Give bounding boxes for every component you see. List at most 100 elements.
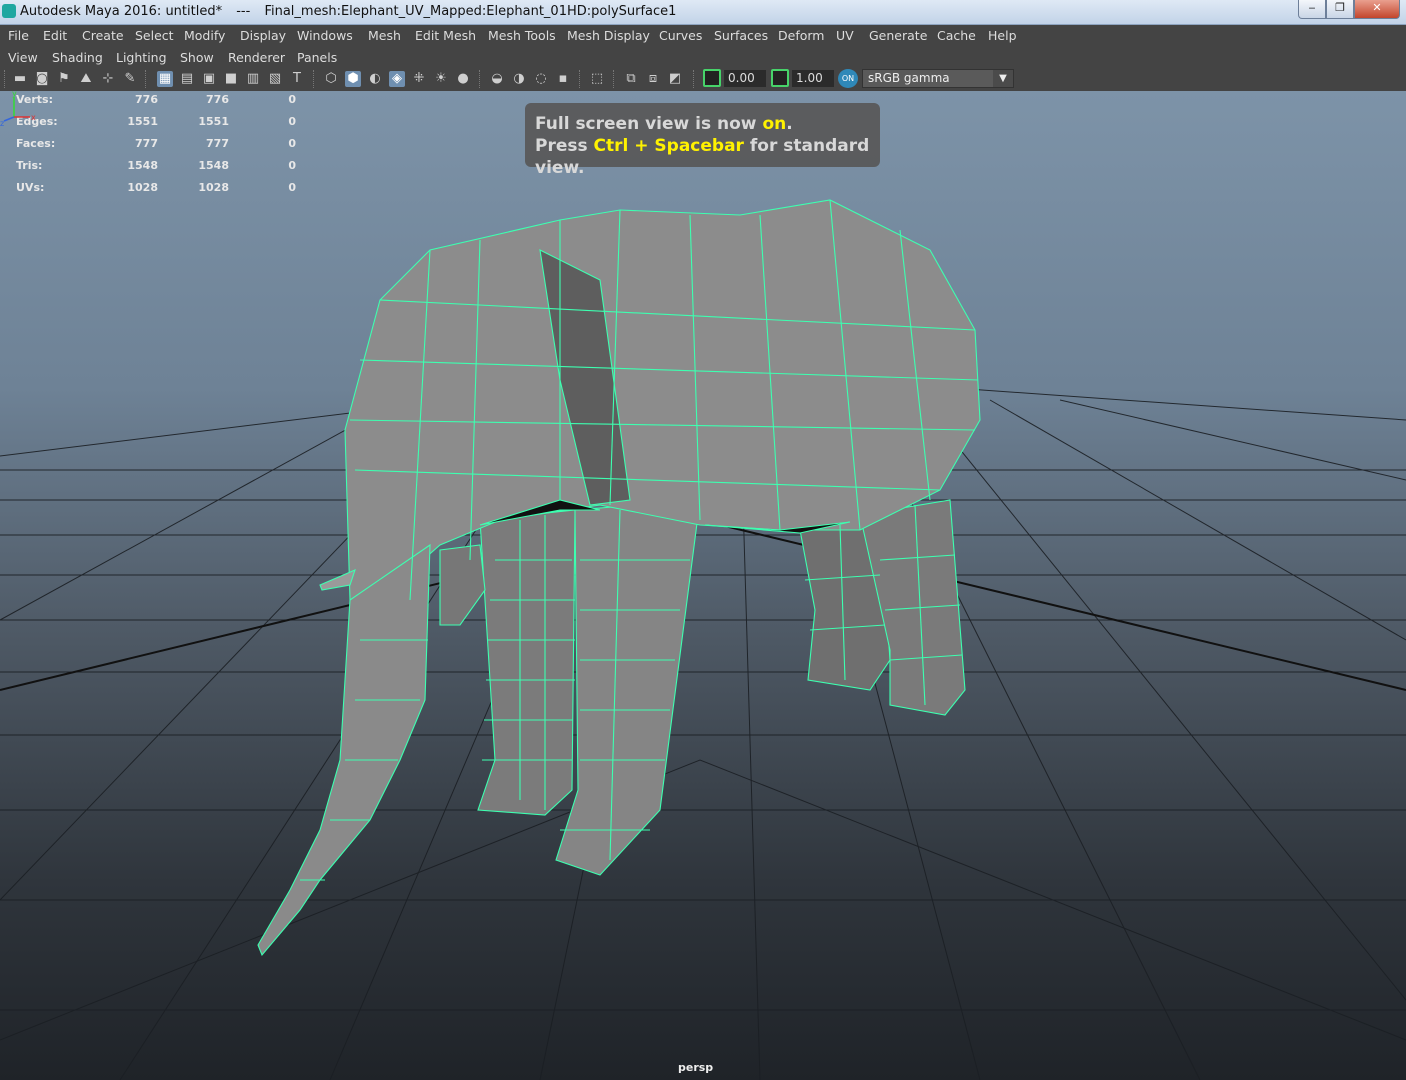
shadows-icon[interactable]: ● <box>455 71 471 87</box>
menu-edit[interactable]: Edit <box>43 28 67 43</box>
chevron-down-icon: ▼ <box>993 70 1013 87</box>
resolution-gate-icon[interactable]: ▣ <box>201 71 217 87</box>
axis-x-label: x <box>31 113 36 122</box>
view-transform-value: sRGB gamma <box>868 71 950 85</box>
menu-deform[interactable]: Deform <box>778 28 824 43</box>
xray-joints-icon[interactable]: ⧈ <box>645 71 661 87</box>
toolbar-separator <box>613 70 616 88</box>
xray-components-icon[interactable]: ◩ <box>667 71 683 87</box>
menu-create[interactable]: Create <box>82 28 124 43</box>
selection-path: Final_mesh:Elephant_UV_Mapped:Elephant_0… <box>264 4 677 19</box>
exposure-icon[interactable] <box>703 69 721 87</box>
panel-menu-bar: View Shading Lighting Show Renderer Pane… <box>0 47 1406 67</box>
field-chart-icon[interactable]: ▥ <box>245 71 261 87</box>
viewport-toolbar: ▬ ◙ ⚑ ⛰ ⊹ ✎ ▦ ▤ ▣ ■ ▥ ▧ T ⬡ ⬢ ◐ ◈ ⁜ ☀ ● … <box>0 67 1406 92</box>
panel-menu-renderer[interactable]: Renderer <box>228 50 285 65</box>
hud-row: Tris: 1548 1548 0 <box>16 159 296 181</box>
hud-value: 1028 <box>198 181 229 194</box>
close-button[interactable]: ✕ <box>1354 0 1400 19</box>
minimize-button[interactable]: ‒ <box>1298 0 1326 19</box>
menu-select[interactable]: Select <box>135 28 174 43</box>
hud-value: 1551 <box>198 115 229 128</box>
poly-count-hud: Verts: 776 776 0 Edges: 1551 1551 0 Face… <box>16 93 296 203</box>
hud-value: 1551 <box>127 115 158 128</box>
wireframe-on-shaded-icon[interactable]: ◈ <box>389 71 405 87</box>
textured-icon[interactable]: ⁜ <box>411 71 427 87</box>
hud-value: 1028 <box>127 181 158 194</box>
notice-shortcut: Ctrl + Spacebar <box>593 136 744 156</box>
panel-menu-show[interactable]: Show <box>180 50 214 65</box>
perspective-viewport[interactable]: Verts: 776 776 0 Edges: 1551 1551 0 Face… <box>0 91 1406 1080</box>
grid-icon[interactable]: ▦ <box>157 71 173 87</box>
panel-menu-view[interactable]: View <box>8 50 38 65</box>
gamma-icon[interactable] <box>771 69 789 87</box>
menu-display[interactable]: Display <box>240 28 286 43</box>
menu-generate[interactable]: Generate <box>869 28 927 43</box>
grease-pencil-icon[interactable]: ✎ <box>122 71 138 87</box>
bookmark-icon[interactable]: ⚑ <box>56 71 72 87</box>
image-plane-icon[interactable]: ⛰ <box>78 71 94 87</box>
menu-mesh-display[interactable]: Mesh Display <box>567 28 650 43</box>
notice-highlight: on <box>762 114 787 134</box>
menu-mesh-tools[interactable]: Mesh Tools <box>488 28 556 43</box>
view-transform-dropdown[interactable]: sRGB gamma ▼ <box>862 69 1014 88</box>
default-material-icon[interactable]: ◐ <box>367 71 383 87</box>
hud-row: Faces: 777 777 0 <box>16 137 296 159</box>
camera-name: persp <box>678 1061 714 1074</box>
hud-value: 0 <box>288 115 296 128</box>
depth-of-field-icon[interactable]: ▪ <box>555 71 571 87</box>
window-controls: ‒ ❐ ✕ <box>1298 0 1400 19</box>
menu-edit-mesh[interactable]: Edit Mesh <box>415 28 476 43</box>
hud-value: 0 <box>288 159 296 172</box>
hud-label: Faces: <box>16 137 56 150</box>
panel-menu-shading[interactable]: Shading <box>52 50 103 65</box>
menu-modify[interactable]: Modify <box>184 28 225 43</box>
xray-icon[interactable]: ⧉ <box>623 71 639 87</box>
menu-uv[interactable]: UV <box>836 28 854 43</box>
color-management-toggle-icon[interactable]: ON <box>838 69 858 88</box>
film-gate-icon[interactable]: ▤ <box>179 71 195 87</box>
wireframe-icon[interactable]: ⬡ <box>323 71 339 87</box>
toolbar-separator <box>579 70 582 88</box>
elephant-mesh <box>257 199 981 957</box>
safe-action-icon[interactable]: ▧ <box>267 71 283 87</box>
hud-value: 1548 <box>127 159 158 172</box>
panel-menu-lighting[interactable]: Lighting <box>116 50 167 65</box>
motion-blur-icon[interactable]: ◑ <box>511 71 527 87</box>
gamma-field[interactable]: 1.00 <box>792 70 834 87</box>
hud-value: 1548 <box>198 159 229 172</box>
menu-mesh[interactable]: Mesh <box>368 28 401 43</box>
notice-text: Press <box>535 136 594 156</box>
two-d-pan-zoom-icon[interactable]: ⊹ <box>100 71 116 87</box>
toolbar-separator <box>479 70 482 88</box>
hud-label: Tris: <box>16 159 43 172</box>
toolbar-separator <box>145 70 148 88</box>
menu-surfaces[interactable]: Surfaces <box>714 28 768 43</box>
menu-cache[interactable]: Cache <box>937 28 976 43</box>
lights-icon[interactable]: ☀ <box>433 71 449 87</box>
anti-aliasing-icon[interactable]: ◌ <box>533 71 549 87</box>
camera-icon[interactable]: ▬ <box>12 71 28 87</box>
grid-center-line <box>0 518 1406 691</box>
toolbar-separator <box>313 70 316 88</box>
ambient-occlusion-icon[interactable]: ◒ <box>489 71 505 87</box>
smooth-shade-icon[interactable]: ⬢ <box>345 71 361 87</box>
axis-z-label: z <box>0 119 4 127</box>
menu-curves[interactable]: Curves <box>659 28 702 43</box>
isolate-select-icon[interactable]: ⬚ <box>589 71 605 87</box>
panel-menu-panels[interactable]: Panels <box>297 50 337 65</box>
hud-value: 776 <box>135 93 158 106</box>
hud-value: 776 <box>206 93 229 106</box>
scene-canvas <box>0 199 1406 1080</box>
camera-attributes-icon[interactable]: ◙ <box>34 71 50 87</box>
gate-mask-icon[interactable]: ■ <box>223 71 239 87</box>
menu-windows[interactable]: Windows <box>297 28 353 43</box>
maximize-button[interactable]: ❐ <box>1326 0 1354 19</box>
hud-row: Edges: 1551 1551 0 <box>16 115 296 137</box>
safe-title-icon[interactable]: T <box>289 71 305 87</box>
menu-help[interactable]: Help <box>988 28 1017 43</box>
menu-file[interactable]: File <box>8 28 29 43</box>
exposure-field[interactable]: 0.00 <box>724 70 766 87</box>
main-menu-bar: File Edit Create Select Modify Display W… <box>0 25 1406 47</box>
maya-app-icon <box>2 4 16 18</box>
